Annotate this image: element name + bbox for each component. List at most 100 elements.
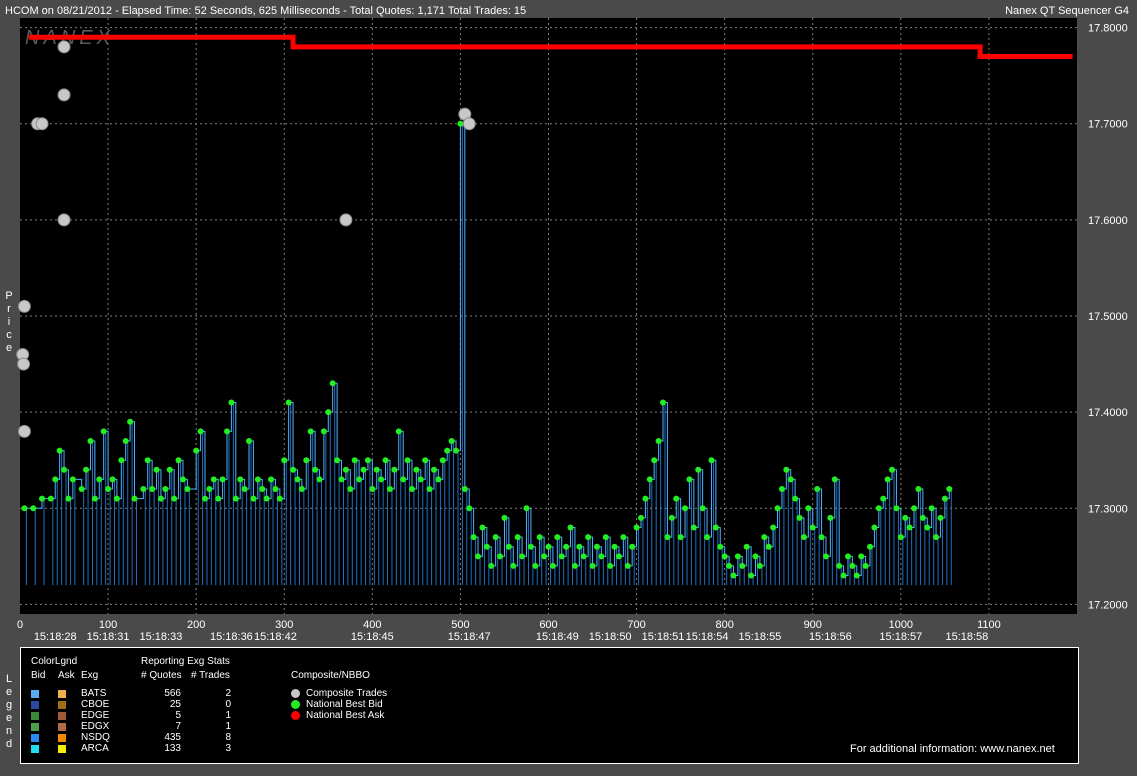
national-best-bid-point — [122, 437, 129, 444]
ask-color-swatch — [58, 712, 66, 720]
national-best-bid-point — [717, 543, 724, 550]
composite-trade-point — [339, 213, 353, 227]
national-best-bid-point — [677, 534, 684, 541]
national-best-bid-point — [466, 505, 473, 512]
national-best-bid-point — [91, 495, 98, 502]
x-tick-label: 1100 — [977, 619, 1001, 631]
national-best-bid-point — [223, 428, 230, 435]
national-best-bid-point — [664, 534, 671, 541]
national-best-bid-point — [836, 562, 843, 569]
national-best-bid-point — [276, 495, 283, 502]
national-best-bid-point — [558, 553, 565, 560]
national-best-bid-point — [792, 495, 799, 502]
exchange-trade-count: 0 — [225, 699, 231, 710]
national-best-bid-point — [933, 534, 940, 541]
exchange-trade-count: 8 — [225, 732, 231, 743]
national-best-bid-point — [629, 543, 636, 550]
national-best-bid-point — [422, 457, 429, 464]
y-tick-label: 17.7000 — [1088, 119, 1128, 131]
national-best-bid-point — [140, 486, 147, 493]
national-best-bid-point — [858, 553, 865, 560]
national-best-bid-point — [316, 476, 323, 483]
legend-col-trades: # Trades — [191, 670, 230, 681]
national-best-bid-point — [448, 437, 455, 444]
national-best-bid-point — [439, 457, 446, 464]
national-best-bid-point — [435, 476, 442, 483]
legend-col-ask: Ask — [58, 670, 75, 681]
exchange-name: ARCA — [81, 743, 109, 754]
national-best-bid-point — [805, 505, 812, 512]
national-best-bid-point — [404, 457, 411, 464]
composite-legend-dot — [291, 689, 300, 698]
composite-trade-point — [17, 424, 31, 438]
x-tick-label: 300 — [275, 619, 293, 631]
ask-color-swatch — [58, 745, 66, 753]
national-best-bid-point — [708, 457, 715, 464]
time-label: 15:18:45 — [351, 631, 394, 643]
x-tick-label: 0 — [17, 619, 23, 631]
composite-legend-dot — [291, 711, 300, 720]
national-best-bid-point — [611, 543, 618, 550]
national-best-bid-point — [232, 495, 239, 502]
national-best-bid-point — [312, 466, 319, 473]
national-best-bid-point — [743, 543, 750, 550]
national-best-bid-point — [96, 476, 103, 483]
legend-col-bid: Bid — [31, 670, 46, 681]
national-best-bid-point — [580, 553, 587, 560]
national-best-bid-point — [871, 524, 878, 531]
national-best-bid-point — [862, 562, 869, 569]
exchange-trade-count: 2 — [225, 688, 231, 699]
x-tick-label: 100 — [99, 619, 117, 631]
national-best-bid-point — [699, 505, 706, 512]
national-best-bid-point — [281, 457, 288, 464]
national-best-bid-point — [237, 476, 244, 483]
national-best-bid-point — [607, 562, 614, 569]
national-best-bid-point — [78, 486, 85, 493]
composite-legend-label: Composite Trades — [306, 688, 388, 699]
national-best-bid-point — [201, 495, 208, 502]
ask-color-swatch — [58, 734, 66, 742]
national-best-bid-point — [831, 476, 838, 483]
national-best-bid-point — [294, 476, 301, 483]
national-best-bid-point — [369, 486, 376, 493]
national-best-bid-point — [470, 534, 477, 541]
national-best-bid-point — [298, 486, 305, 493]
y-tick-label: 17.6000 — [1088, 215, 1128, 227]
national-best-bid-point — [193, 447, 200, 454]
legend-panel: ColorLgnd Bid Ask Exg Reporting Exg Stat… — [20, 647, 1079, 764]
national-best-bid-point — [386, 486, 393, 493]
national-best-bid-point — [52, 476, 59, 483]
national-best-bid-point — [285, 399, 292, 406]
national-best-bid-point — [382, 457, 389, 464]
national-best-bid-point — [127, 418, 134, 425]
national-best-bid-point — [373, 466, 380, 473]
time-label: 15:18:31 — [87, 631, 130, 643]
national-best-bid-point — [778, 486, 785, 493]
national-best-bid-point — [259, 486, 266, 493]
national-best-bid-point — [545, 543, 552, 550]
national-best-bid-point — [149, 486, 156, 493]
national-best-bid-point — [360, 466, 367, 473]
composite-trade-point — [57, 213, 71, 227]
national-best-bid-point — [483, 543, 490, 550]
national-best-bid-point — [646, 476, 653, 483]
legend-heading-composite: Composite/NBBO — [291, 670, 370, 681]
national-best-bid-point — [633, 524, 640, 531]
time-label: 15:18:28 — [34, 631, 77, 643]
national-best-bid-point — [272, 486, 279, 493]
national-best-bid-point — [378, 476, 385, 483]
time-label: 15:18:56 — [809, 631, 852, 643]
national-best-bid-point — [505, 543, 512, 550]
national-best-bid-point — [395, 428, 402, 435]
national-best-bid-point — [162, 486, 169, 493]
national-best-bid-point — [946, 486, 953, 493]
national-best-bid-point — [818, 534, 825, 541]
y-tick-label: 17.8000 — [1088, 23, 1128, 35]
national-best-bid-point — [329, 380, 336, 387]
national-best-bid-point — [615, 553, 622, 560]
national-best-bid-point — [814, 486, 821, 493]
national-best-bid-point — [113, 495, 120, 502]
national-best-bid-point — [479, 524, 486, 531]
time-label: 15:18:58 — [945, 631, 988, 643]
x-tick-label: 1000 — [889, 619, 913, 631]
